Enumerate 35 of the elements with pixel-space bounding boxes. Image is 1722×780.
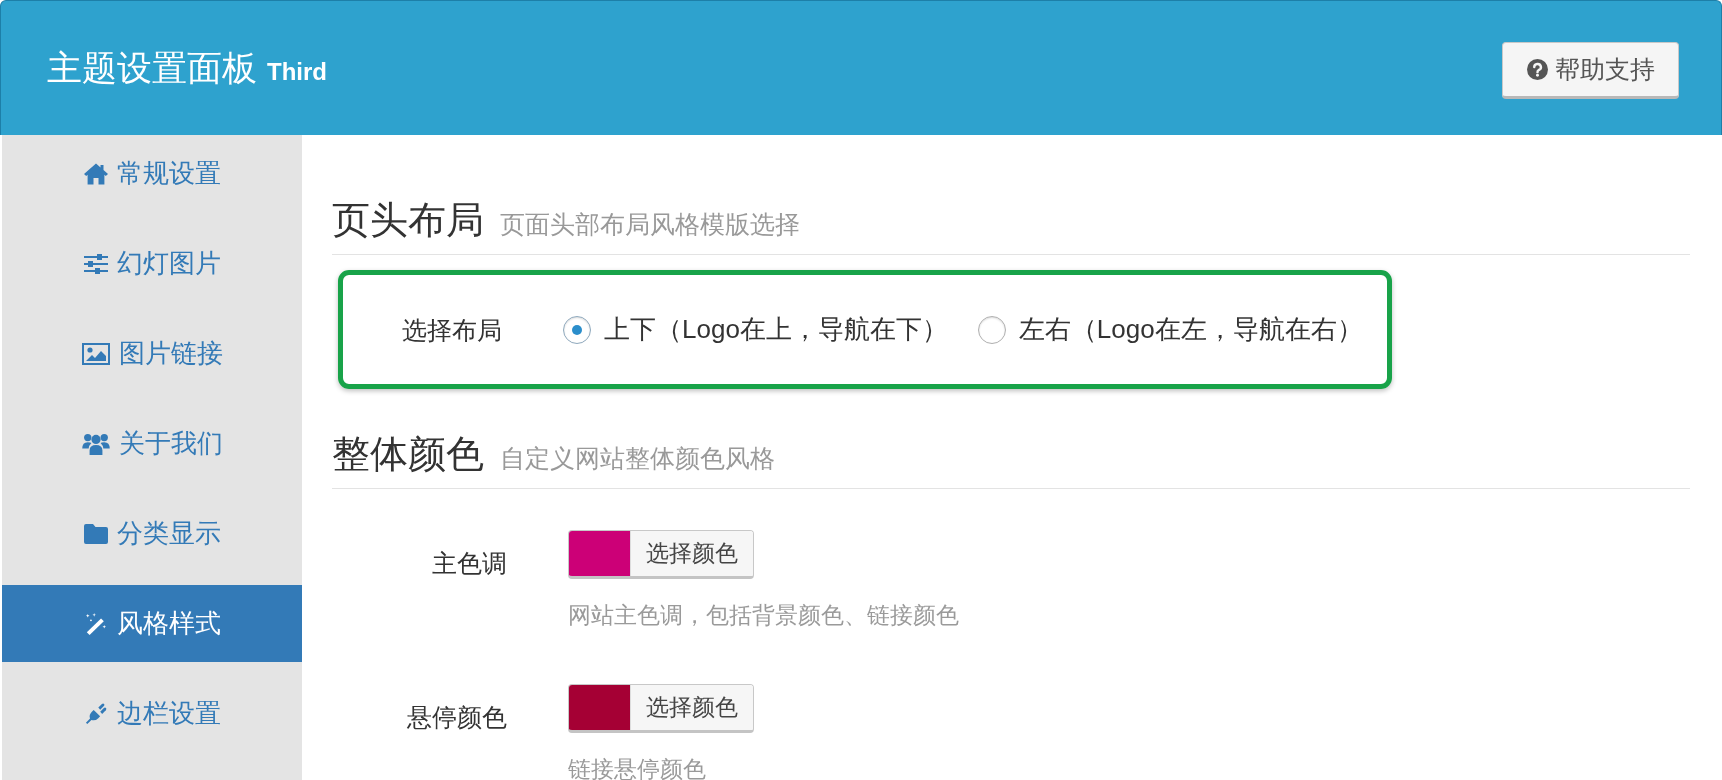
color-picker[interactable]: 选择颜色: [568, 530, 754, 579]
sliders-icon: [83, 252, 108, 275]
sidebar-item[interactable]: 风格样式: [2, 585, 302, 662]
help-text: 链接悬停颜色: [568, 755, 707, 780]
choose-color-button[interactable]: 选择颜色: [630, 531, 753, 576]
help-button[interactable]: 帮助支持: [1502, 41, 1679, 99]
home-icon: [83, 162, 108, 185]
section-title: 整体颜色: [332, 432, 484, 477]
color-picker[interactable]: 选择颜色: [568, 684, 754, 733]
magic-wand-icon: [83, 612, 108, 635]
users-icon: [81, 432, 110, 455]
radio-label[interactable]: 左右（Logo在左，导航在右）: [1018, 312, 1363, 347]
image-icon: [81, 342, 110, 365]
edition-label: Third: [267, 57, 327, 86]
radio-button[interactable]: [977, 315, 1006, 344]
section-subtitle: 页面头部布局风格模版选择: [500, 209, 800, 240]
sidebar-item[interactable]: 关于我们: [2, 405, 302, 482]
field-label: 选择布局: [401, 314, 502, 346]
sidebar-item[interactable]: 分类显示: [2, 495, 302, 572]
panel-title: 主题设置面板: [47, 46, 257, 89]
section-subtitle: 自定义网站整体颜色风格: [500, 443, 775, 474]
sidebar-item[interactable]: 常规设置: [2, 135, 302, 212]
sidebar-item[interactable]: 幻灯图片: [2, 225, 302, 302]
sidebar-item[interactable]: 边栏设置: [2, 675, 302, 752]
radio-button[interactable]: [563, 315, 591, 344]
field-label: 主色调: [431, 548, 507, 579]
section-title: 页头布局: [332, 198, 484, 243]
choose-color-button[interactable]: 选择颜色: [630, 685, 753, 730]
help-icon: [1526, 58, 1548, 80]
plug-icon: [83, 702, 108, 725]
radio-label[interactable]: 上下（Logo在上，导航在下）: [604, 312, 948, 347]
folder-icon: [83, 522, 108, 545]
sidebar-item[interactable]: 图片链接: [2, 315, 302, 392]
help-text: 网站主色调，包括背景颜色、链接颜色: [568, 601, 959, 630]
field-label: 悬停颜色: [406, 702, 507, 733]
